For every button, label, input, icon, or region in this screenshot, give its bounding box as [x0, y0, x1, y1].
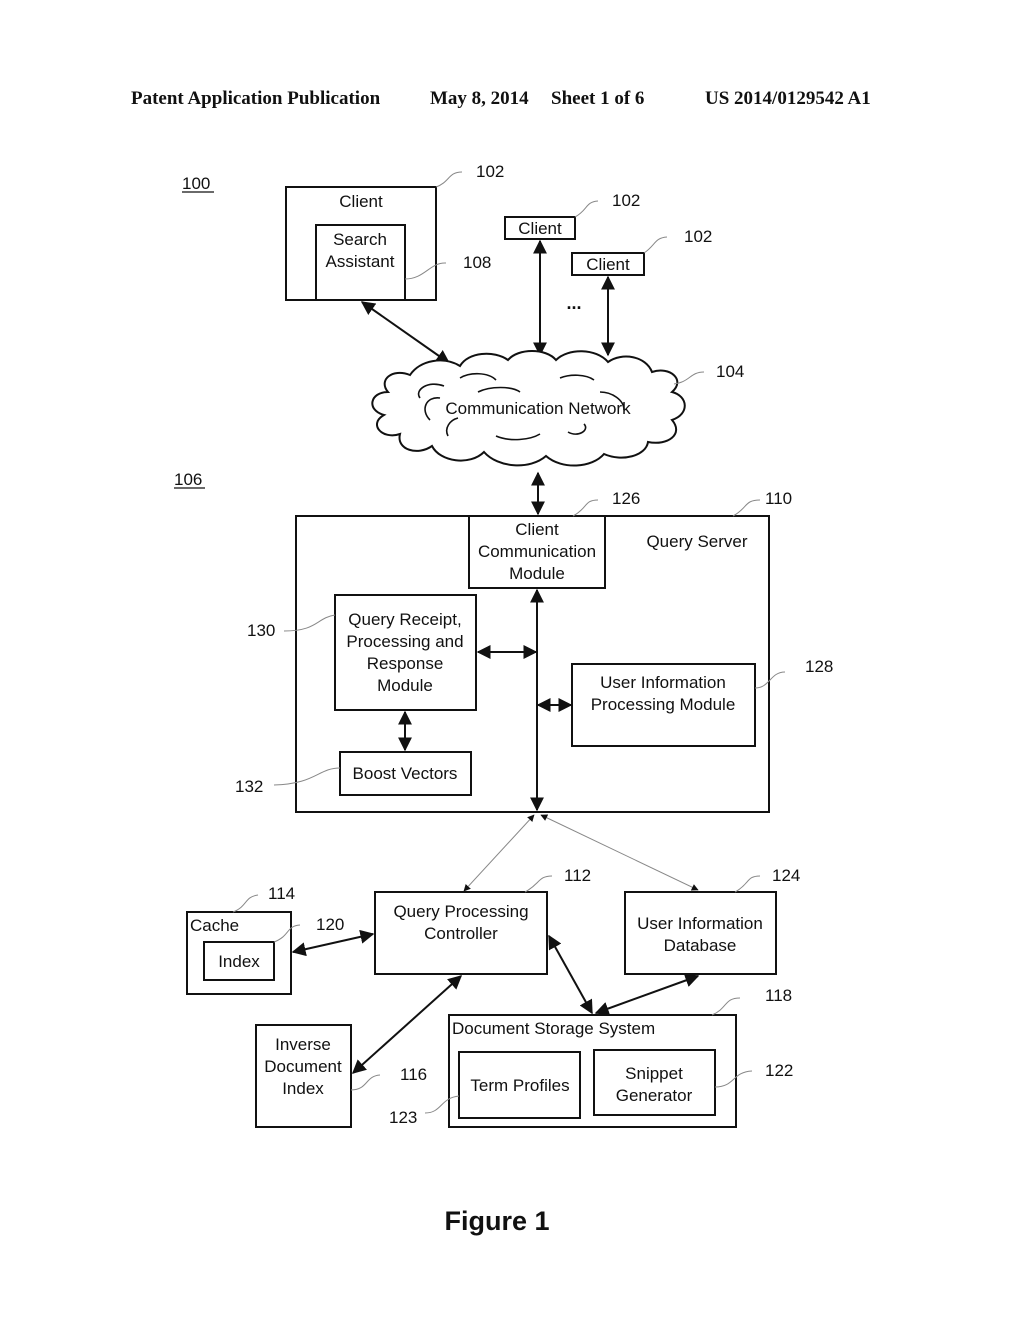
svg-text:Cache: Cache: [190, 916, 239, 935]
connector-storage-userdb: [594, 973, 700, 1016]
svg-text:Generator: Generator: [616, 1086, 693, 1105]
boost-vectors: Boost Vectors 132: [235, 751, 472, 796]
svg-text:Module: Module: [509, 564, 565, 583]
svg-text:Client: Client: [515, 520, 559, 539]
connector-controller-storage: [548, 934, 593, 1015]
client-with-search-assistant: Client Search Assistant 102 108: [285, 162, 504, 301]
term-profiles: Term Profiles 123: [389, 1051, 581, 1127]
svg-text:102: 102: [476, 162, 504, 181]
svg-text:Inverse: Inverse: [275, 1035, 331, 1054]
svg-text:Search: Search: [333, 230, 387, 249]
communication-network-cloud: Communication Network 104: [371, 350, 744, 467]
svg-text:Index: Index: [282, 1079, 324, 1098]
svg-text:Response: Response: [367, 654, 444, 673]
system-ref-100: 100: [182, 174, 214, 193]
svg-text:102: 102: [684, 227, 712, 246]
system-ref-106: 106: [174, 470, 205, 489]
svg-text:123: 123: [389, 1108, 417, 1127]
svg-text:100: 100: [182, 174, 210, 193]
query-receipt-module: Query Receipt, Processing and Response M…: [247, 594, 477, 711]
svg-text:120: 120: [316, 915, 344, 934]
svg-text:114: 114: [268, 884, 295, 903]
svg-text:Client: Client: [339, 192, 383, 211]
cache: Cache Index 114 120: [186, 884, 344, 995]
user-information-database: User Information Database 124: [624, 866, 800, 975]
client-3: Client 102: [571, 227, 712, 276]
svg-text:Query Receipt,: Query Receipt,: [348, 610, 461, 629]
svg-text:112: 112: [564, 866, 591, 885]
svg-text:130: 130: [247, 621, 275, 640]
svg-text:Assistant: Assistant: [326, 252, 395, 271]
figure-caption: Figure 1: [444, 1206, 549, 1236]
svg-text:Document: Document: [264, 1057, 342, 1076]
system-diagram: 100 106 Client Search Assistant 102 108 …: [174, 162, 833, 1236]
svg-text:116: 116: [400, 1065, 427, 1084]
svg-text:Document Storage System: Document Storage System: [452, 1019, 655, 1038]
svg-text:128: 128: [805, 657, 833, 676]
svg-text:Communication Network: Communication Network: [445, 399, 631, 418]
svg-text:118: 118: [765, 986, 792, 1005]
svg-text:122: 122: [765, 1061, 793, 1080]
svg-text:108: 108: [463, 253, 491, 272]
connector-controller-inverse-index: [351, 975, 463, 1074]
svg-text:Client: Client: [586, 255, 630, 274]
svg-text:102: 102: [612, 191, 640, 210]
client-2: Client 102: [504, 191, 640, 240]
svg-text:Processing Module: Processing Module: [591, 695, 736, 714]
svg-text:Communication: Communication: [478, 542, 596, 561]
svg-text:106: 106: [174, 470, 202, 489]
svg-text:Query Server: Query Server: [646, 532, 747, 551]
svg-text:104: 104: [716, 362, 744, 381]
snippet-generator: Snippet Generator 122: [593, 1049, 793, 1116]
svg-text:124: 124: [772, 866, 800, 885]
query-processing-controller: Query Processing Controller 112: [374, 866, 591, 975]
svg-text:Boost Vectors: Boost Vectors: [353, 764, 458, 783]
svg-text:110: 110: [765, 489, 792, 508]
svg-text:Snippet: Snippet: [625, 1064, 683, 1083]
connector-client1-network: [360, 301, 451, 364]
svg-text:Controller: Controller: [424, 924, 498, 943]
svg-text:Term Profiles: Term Profiles: [470, 1076, 569, 1095]
svg-text:Database: Database: [664, 936, 737, 955]
svg-text:Processing and: Processing and: [346, 632, 463, 651]
svg-text:Query Processing: Query Processing: [393, 902, 528, 921]
svg-text:User Information: User Information: [600, 673, 726, 692]
svg-text:Index: Index: [218, 952, 260, 971]
ellipsis: ...: [566, 293, 581, 313]
connector-server-controller: [463, 814, 535, 892]
svg-text:126: 126: [612, 489, 640, 508]
svg-text:User Information: User Information: [637, 914, 763, 933]
connector-cache-controller: [291, 929, 375, 957]
user-information-processing-module: User Information Processing Module 128: [571, 657, 833, 747]
svg-text:Module: Module: [377, 676, 433, 695]
svg-text:132: 132: [235, 777, 263, 796]
svg-text:Client: Client: [518, 219, 562, 238]
